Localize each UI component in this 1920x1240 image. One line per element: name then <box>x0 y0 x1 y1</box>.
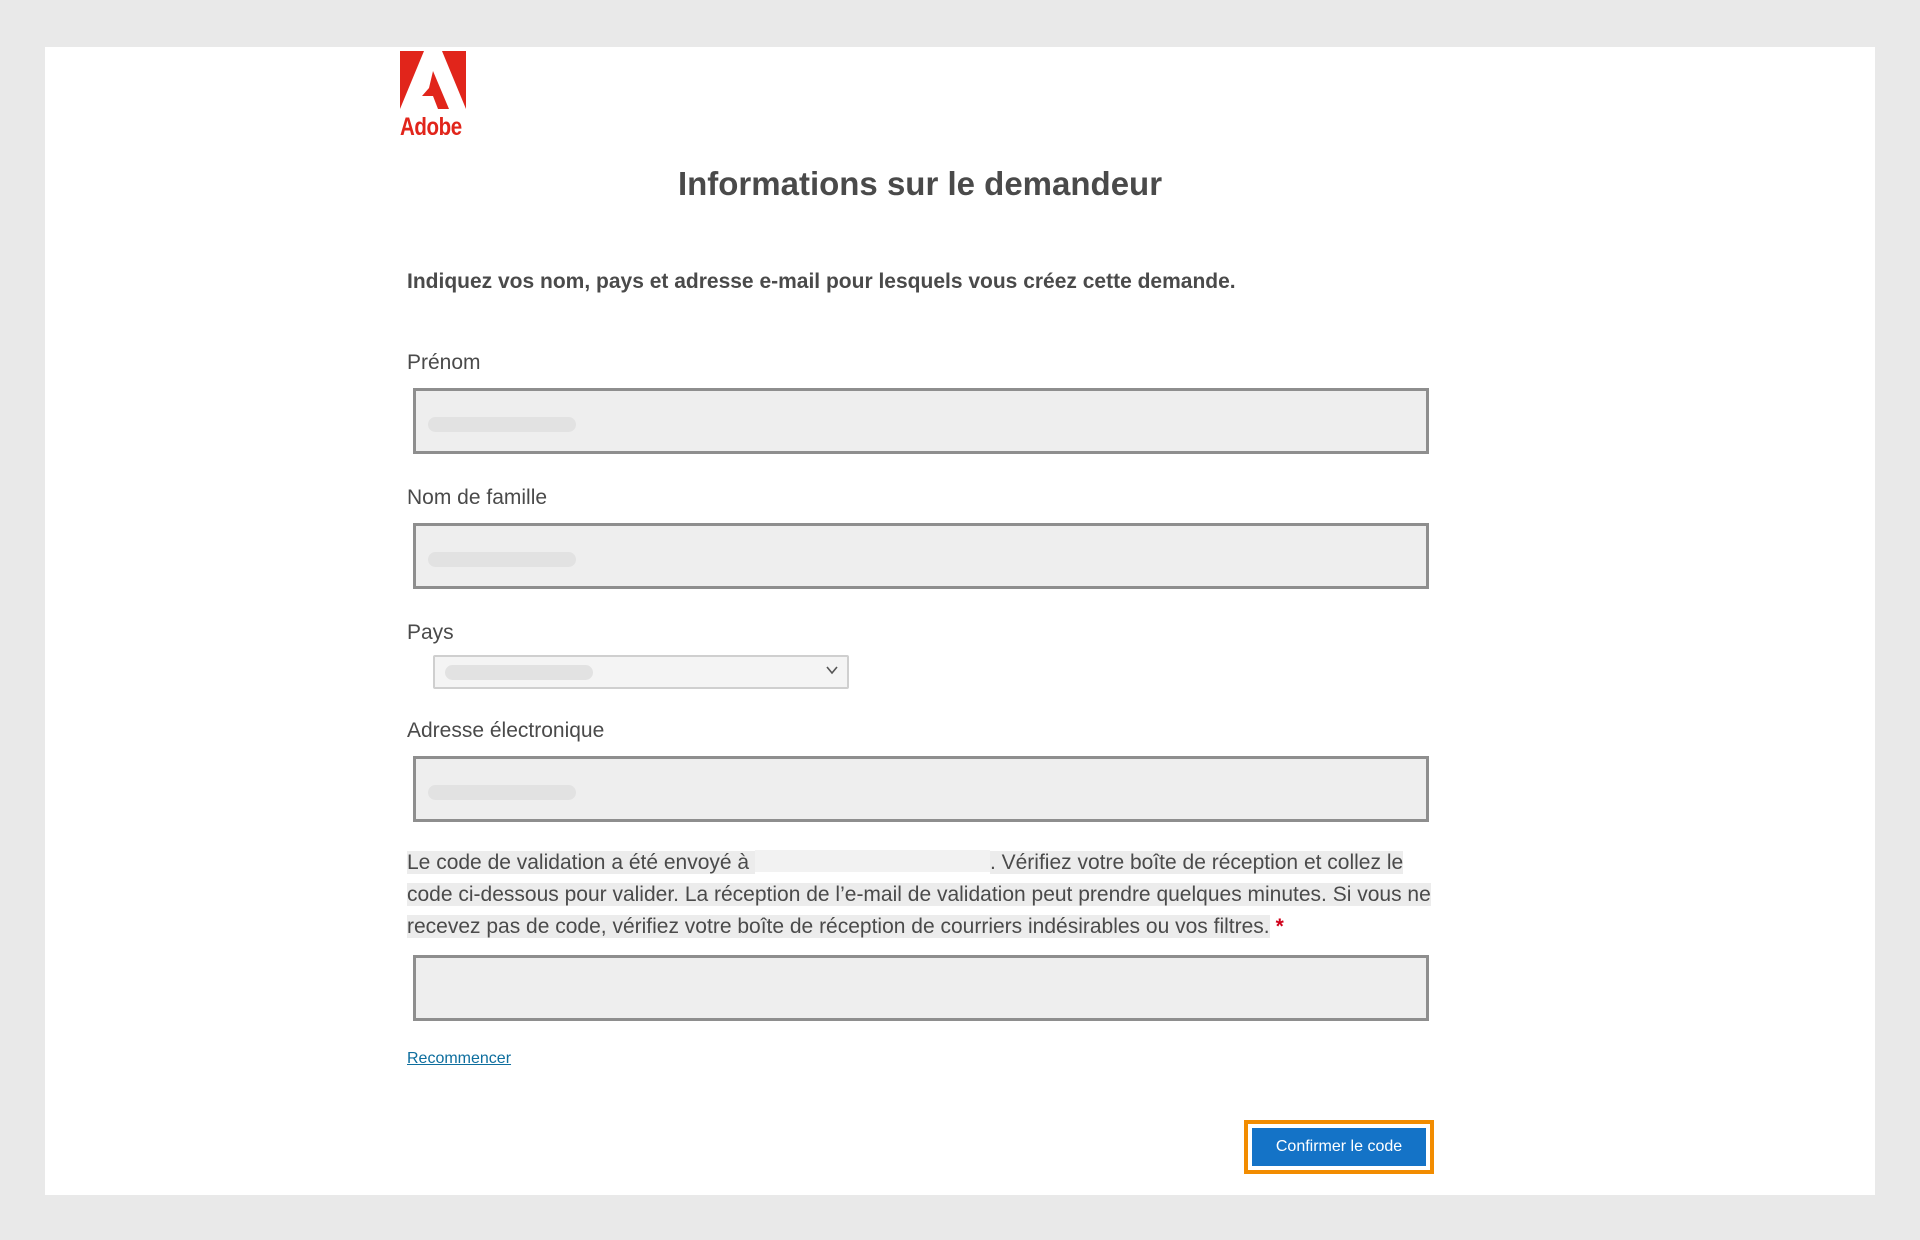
validation-text-before: Le code de validation a été envoyé à <box>407 851 755 874</box>
redacted-value <box>428 552 576 567</box>
redacted-value <box>428 417 576 432</box>
country-select[interactable] <box>433 655 849 689</box>
country-label: Pays <box>407 621 454 644</box>
validation-message: Le code de validation a été envoyé à . V… <box>407 847 1447 943</box>
redacted-value <box>428 785 576 800</box>
validation-code-field[interactable] <box>413 955 1429 1021</box>
first-name-label: Prénom <box>407 351 481 374</box>
required-marker: * <box>1275 915 1284 938</box>
page-title: Informations sur le demandeur <box>677 165 1163 202</box>
redacted-value <box>445 665 593 680</box>
adobe-logo-icon <box>400 51 466 109</box>
chevron-down-icon <box>826 666 838 675</box>
confirm-code-button[interactable]: Confirmer le code <box>1252 1128 1426 1166</box>
form-card: Adobe Informations sur le demandeur Indi… <box>45 47 1875 1195</box>
first-name-field[interactable] <box>413 388 1429 454</box>
email-label: Adresse électronique <box>407 719 605 742</box>
logo-text: Adobe <box>400 113 462 141</box>
restart-link[interactable]: Recommencer <box>407 1050 511 1068</box>
last-name-label: Nom de famille <box>407 486 548 509</box>
page-subtitle: Indiquez vos nom, pays et adresse e-mail… <box>407 270 1236 293</box>
redacted-email <box>754 850 990 872</box>
confirm-button-focus-ring: Confirmer le code <box>1244 1120 1434 1174</box>
adobe-logo: Adobe <box>400 51 470 147</box>
email-field[interactable] <box>413 756 1429 822</box>
last-name-field[interactable] <box>413 523 1429 589</box>
